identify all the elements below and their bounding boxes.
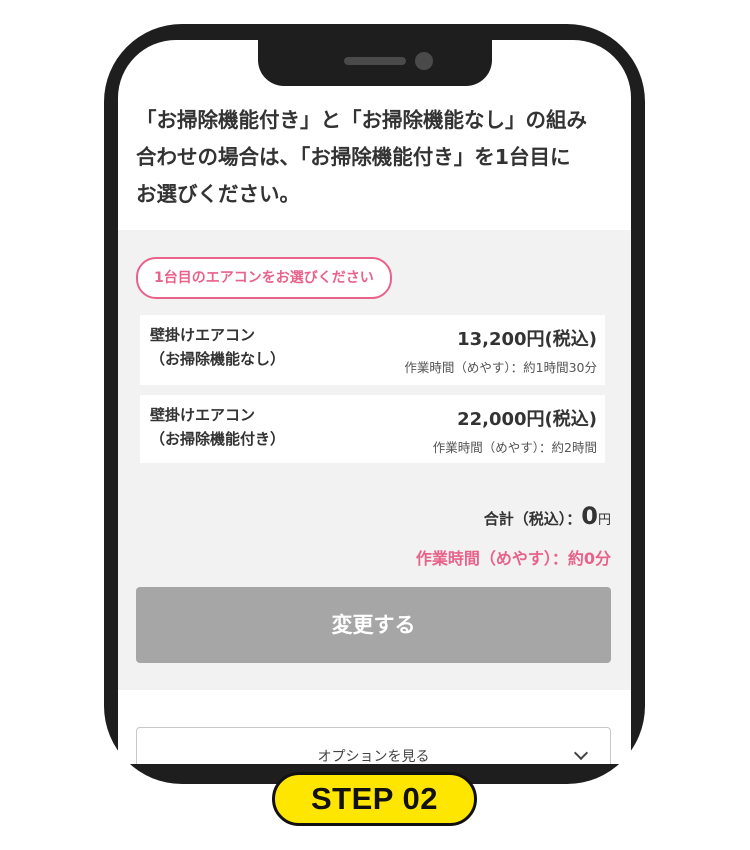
option-name-line-2: （お掃除機能付き） <box>150 430 286 448</box>
camera-icon <box>415 52 433 70</box>
total-price: 合計（税込）：0円 <box>484 502 611 530</box>
total-work-time: 作業時間（めやす）：約0分 <box>415 549 611 568</box>
speaker-icon <box>344 57 406 65</box>
total-value: 0 <box>581 502 598 530</box>
view-options-toggle[interactable]: オプションを見る <box>136 727 611 764</box>
option-price: 13,200円(税込) <box>457 329 597 350</box>
first-unit-prompt-pill: 1台目のエアコンをお選びください <box>136 257 392 299</box>
total-label: 合計（税込）： <box>483 510 582 528</box>
intro-line-2: 合わせの場合は、「お掃除機能付き」を1台目に <box>136 145 571 169</box>
step-badge: STEP 02 <box>272 772 477 826</box>
option-card-no-cleaning[interactable]: 壁掛けエアコン （お掃除機能なし） 13,200円(税込) 作業時間（めやす）：… <box>140 315 605 385</box>
phone-notch <box>258 24 492 86</box>
option-card-with-cleaning[interactable]: 壁掛けエアコン （お掃除機能付き） 22,000円(税込) 作業時間（めやす）：… <box>140 395 605 463</box>
option-work-time: 作業時間（めやす）：約2時間 <box>432 440 597 455</box>
option-name: 壁掛けエアコン （お掃除機能なし） <box>150 323 285 371</box>
phone-screen: 「お掃除機能付き」と「お掃除機能なし」の組み 合わせの場合は、「お掃除機能付き」… <box>118 40 631 764</box>
total-unit: 円 <box>597 513 611 528</box>
option-name-line-1: 壁掛けエアコン <box>150 326 256 344</box>
intro-line-1: 「お掃除機能付き」と「お掃除機能なし」の組み <box>136 108 587 132</box>
intro-text: 「お掃除機能付き」と「お掃除機能なし」の組み 合わせの場合は、「お掃除機能付き」… <box>136 102 618 213</box>
intro-line-3: お選びください。 <box>136 182 300 206</box>
change-button[interactable]: 変更する <box>136 587 611 663</box>
aircon-selection-panel: 1台目のエアコンをお選びください 壁掛けエアコン （お掃除機能なし） 13,20… <box>118 230 631 690</box>
option-name-line-1: 壁掛けエアコン <box>150 406 256 424</box>
view-options-label: オプションを見る <box>317 749 430 764</box>
option-name: 壁掛けエアコン （お掃除機能付き） <box>150 403 285 451</box>
option-work-time: 作業時間（めやす）：約1時間30分 <box>404 360 597 375</box>
option-price: 22,000円(税込) <box>457 409 597 430</box>
option-name-line-2: （お掃除機能なし） <box>150 350 286 368</box>
